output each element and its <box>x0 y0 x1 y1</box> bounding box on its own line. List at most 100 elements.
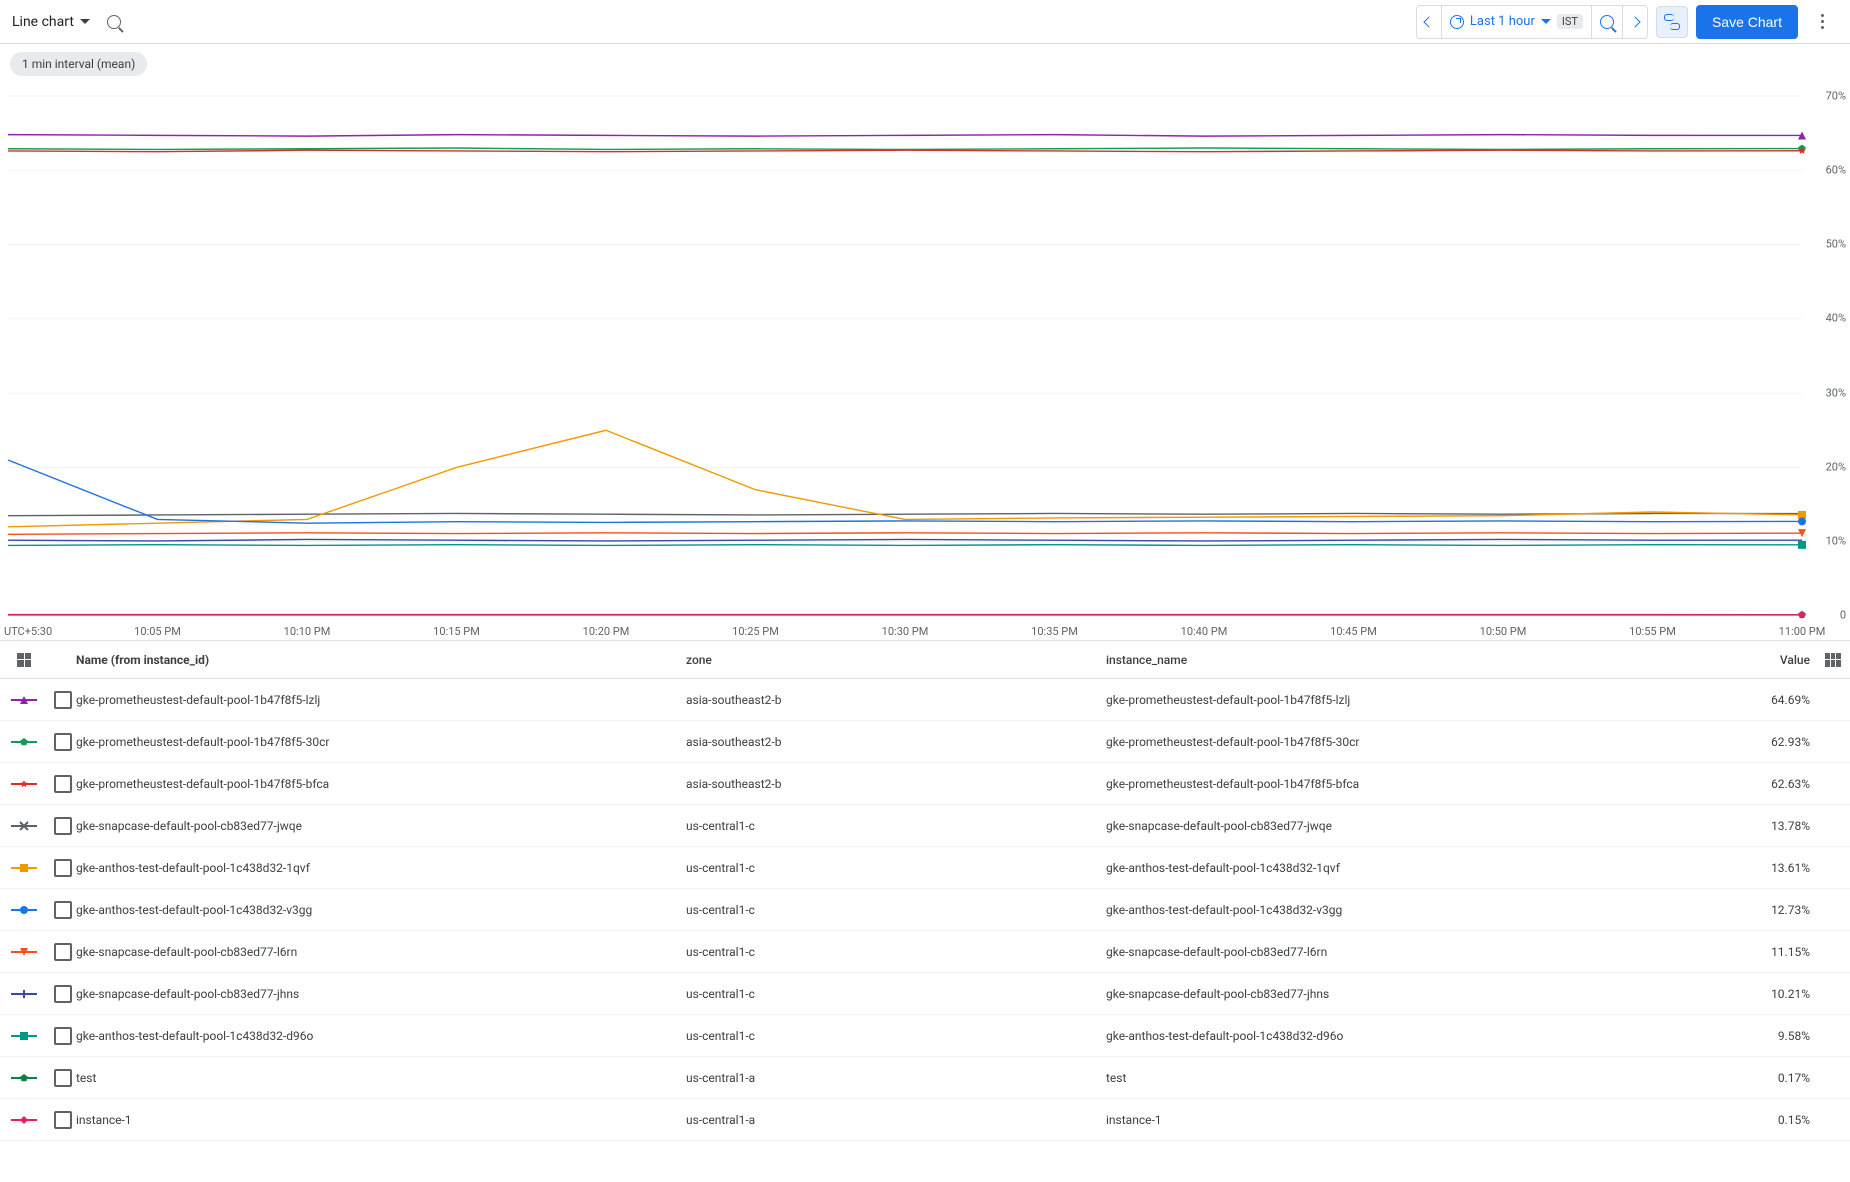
chart-type-label: Line chart <box>12 14 74 30</box>
series-checkbox[interactable] <box>54 817 72 835</box>
save-chart-button[interactable]: Save Chart <box>1696 5 1798 39</box>
legend-row[interactable]: gke-anthos-test-default-pool-1c438d32-1q… <box>0 847 1850 889</box>
chevron-left-icon <box>1423 16 1434 27</box>
series-checkbox[interactable] <box>54 733 72 751</box>
series-marker <box>0 945 48 959</box>
series-instance: gke-snapcase-default-pool-cb83ed77-jhns <box>1106 987 1736 1001</box>
x-tick: 10:05 PM <box>134 625 181 638</box>
series-instance: gke-prometheustest-default-pool-1b47f8f5… <box>1106 693 1736 707</box>
series-checkbox[interactable] <box>54 1027 72 1045</box>
more-button[interactable] <box>1806 6 1838 38</box>
y-tick: 30% <box>1826 386 1846 399</box>
series-name: gke-prometheustest-default-pool-1b47f8f5… <box>76 777 686 791</box>
series-zone: us-central1-a <box>686 1113 1106 1127</box>
series-name: test <box>76 1071 686 1085</box>
time-range-group: Last 1 hour IST <box>1416 5 1648 39</box>
more-vert-icon <box>1821 14 1824 29</box>
legend-row[interactable]: gke-anthos-test-default-pool-1c438d32-d9… <box>0 1015 1850 1057</box>
legend-header: Name (from instance_id) zone instance_na… <box>0 641 1850 679</box>
series-name: gke-prometheustest-default-pool-1b47f8f5… <box>76 735 686 749</box>
legend-table: Name (from instance_id) zone instance_na… <box>0 641 1850 1141</box>
time-range-button[interactable]: Last 1 hour IST <box>1442 6 1592 38</box>
series-instance: gke-snapcase-default-pool-cb83ed77-l6rn <box>1106 945 1736 959</box>
series-checkbox[interactable] <box>54 859 72 877</box>
x-tick: 10:25 PM <box>732 625 779 638</box>
series-marker <box>0 693 48 707</box>
legend-row[interactable]: instance-1us-central1-ainstance-10.15% <box>0 1099 1850 1141</box>
series-value: 12.73% <box>1736 903 1816 917</box>
series-zone: asia-southeast2-b <box>686 693 1106 707</box>
series-instance: gke-snapcase-default-pool-cb83ed77-jwqe <box>1106 819 1736 833</box>
series-value: 62.93% <box>1736 735 1816 749</box>
series-value: 11.15% <box>1736 945 1816 959</box>
series-checkbox[interactable] <box>54 1069 72 1087</box>
series-checkbox[interactable] <box>54 691 72 709</box>
series-marker <box>0 903 48 917</box>
series-name: gke-prometheustest-default-pool-1b47f8f5… <box>76 693 686 707</box>
series-checkbox[interactable] <box>54 901 72 919</box>
series-zone: us-central1-c <box>686 903 1106 917</box>
x-tick: 10:35 PM <box>1031 625 1078 638</box>
chevron-right-icon <box>1629 16 1640 27</box>
series-checkbox[interactable] <box>54 943 72 961</box>
series-checkbox[interactable] <box>54 775 72 793</box>
time-next-button[interactable] <box>1623 6 1647 38</box>
series-name: gke-snapcase-default-pool-cb83ed77-l6rn <box>76 945 686 959</box>
series-value: 13.78% <box>1736 819 1816 833</box>
y-tick: 50% <box>1826 238 1846 251</box>
timezone-badge: IST <box>1557 14 1583 29</box>
search-button[interactable] <box>98 6 130 38</box>
series-marker <box>0 1071 48 1085</box>
series-zone: us-central1-c <box>686 945 1106 959</box>
x-tick: 10:55 PM <box>1629 625 1676 638</box>
series-name: gke-anthos-test-default-pool-1c438d32-d9… <box>76 1029 686 1043</box>
legend-row[interactable]: testus-central1-atest0.17% <box>0 1057 1850 1099</box>
timezone-label: UTC+5:30 <box>4 625 52 638</box>
series-name: gke-snapcase-default-pool-cb83ed77-jwqe <box>76 819 686 833</box>
y-tick: 60% <box>1826 164 1846 177</box>
toolbar: Line chart Last 1 hour IST Save Chart <box>0 0 1850 44</box>
interval-chip[interactable]: 1 min interval (mean) <box>10 52 147 76</box>
series-value: 9.58% <box>1736 1029 1816 1043</box>
legend-row[interactable]: gke-prometheustest-default-pool-1b47f8f5… <box>0 679 1850 721</box>
series-instance: gke-anthos-test-default-pool-1c438d32-v3… <box>1106 903 1736 917</box>
col-name-header[interactable]: Name (from instance_id) <box>76 653 686 667</box>
series-marker <box>0 735 48 749</box>
y-tick: 10% <box>1826 534 1846 547</box>
legend-row[interactable]: gke-snapcase-default-pool-cb83ed77-jhnsu… <box>0 973 1850 1015</box>
time-zoom-button[interactable] <box>1592 6 1623 38</box>
legend-row[interactable]: gke-prometheustest-default-pool-1b47f8f5… <box>0 721 1850 763</box>
columns-button[interactable] <box>1816 653 1850 667</box>
series-marker <box>0 777 48 791</box>
series-marker <box>0 819 48 833</box>
series-instance: gke-anthos-test-default-pool-1c438d32-d9… <box>1106 1029 1736 1043</box>
series-marker <box>0 987 48 1001</box>
series-value: 0.15% <box>1736 1113 1816 1127</box>
col-zone-header[interactable]: zone <box>686 653 1106 667</box>
legend-row[interactable]: gke-snapcase-default-pool-cb83ed77-jwqeu… <box>0 805 1850 847</box>
legend-row[interactable]: gke-anthos-test-default-pool-1c438d32-v3… <box>0 889 1850 931</box>
search-icon <box>1600 15 1614 29</box>
series-zone: us-central1-c <box>686 987 1106 1001</box>
series-marker <box>0 1113 48 1127</box>
series-value: 64.69% <box>1736 693 1816 707</box>
series-zone: us-central1-a <box>686 1071 1106 1085</box>
y-tick: 40% <box>1826 312 1846 325</box>
breakdown-icon[interactable] <box>17 653 31 667</box>
series-name: gke-anthos-test-default-pool-1c438d32-1q… <box>76 861 686 875</box>
time-prev-button[interactable] <box>1417 6 1442 38</box>
x-tick: 10:15 PM <box>433 625 480 638</box>
chart-area[interactable]: 70%60%50%40%30%20%10%0 10:05 PM10:10 PM1… <box>0 76 1850 641</box>
x-tick: 10:45 PM <box>1330 625 1377 638</box>
legend-row[interactable]: gke-prometheustest-default-pool-1b47f8f5… <box>0 763 1850 805</box>
compare-button[interactable] <box>1656 6 1688 38</box>
legend-row[interactable]: gke-snapcase-default-pool-cb83ed77-l6rnu… <box>0 931 1850 973</box>
series-value: 0.17% <box>1736 1071 1816 1085</box>
chart-type-selector[interactable]: Line chart <box>12 14 90 30</box>
series-checkbox[interactable] <box>54 985 72 1003</box>
col-instance-header[interactable]: instance_name <box>1106 653 1736 667</box>
col-value-header[interactable]: Value <box>1736 653 1816 667</box>
series-checkbox[interactable] <box>54 1111 72 1129</box>
time-range-label: Last 1 hour <box>1470 14 1535 29</box>
series-name: instance-1 <box>76 1113 686 1127</box>
